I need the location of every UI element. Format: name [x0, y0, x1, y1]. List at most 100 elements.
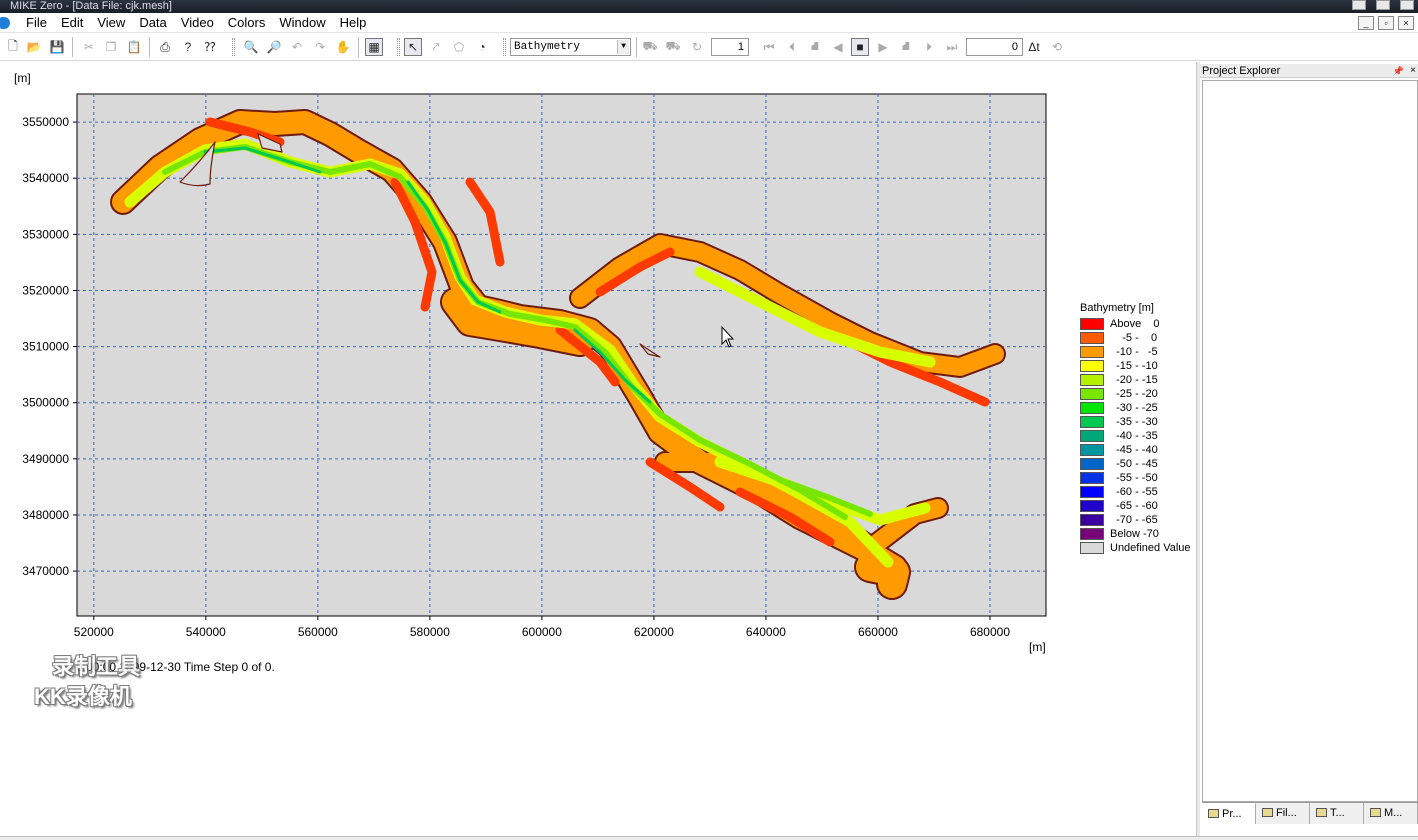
legend-entry: -15 - -10 [1080, 359, 1195, 373]
menu-data[interactable]: Data [133, 13, 174, 33]
bathymetry-chart[interactable]: 520000 540000 560000 580000 600000 620000 6400… [0, 62, 1196, 836]
tab-projects[interactable]: Pr... [1202, 803, 1256, 824]
select-pointer-icon[interactable]: ↖ [404, 38, 422, 56]
legend-swatch [1080, 514, 1104, 526]
x-tick-label: 640000 [746, 625, 786, 639]
zoom-out-icon[interactable]: 🔎 [265, 38, 283, 56]
record-forward-icon[interactable]: ⛘ [897, 38, 915, 56]
menu-help[interactable]: Help [334, 13, 375, 33]
record-back-icon[interactable]: ⛘ [806, 38, 824, 56]
legend-label: -35 - -30 [1110, 416, 1158, 428]
project-explorer-header: Project Explorer 📌 × [1200, 64, 1418, 78]
legend-entry: -30 - -25 [1080, 401, 1195, 415]
play-backward-icon[interactable]: ◀ [829, 38, 847, 56]
app-icon[interactable] [0, 16, 10, 29]
mdi-close-button[interactable]: × [1398, 16, 1414, 30]
last-frame-icon[interactable]: ⏭ [943, 38, 961, 56]
cut-icon[interactable]: ✂ [80, 38, 98, 56]
chevron-down-icon[interactable]: ▼ [617, 40, 629, 54]
open-folder-icon[interactable]: 📂 [25, 38, 43, 56]
x-axis-unit: [m] [1029, 640, 1046, 654]
minimize-button[interactable] [1352, 0, 1366, 10]
context-help-icon[interactable]: ⁇ [201, 38, 219, 56]
help-icon[interactable]: ? [179, 38, 197, 56]
legend-label: -5 - 0 [1110, 332, 1158, 344]
delta-t-icon[interactable]: Δt [1025, 38, 1043, 56]
time-value-input[interactable]: 0 [966, 38, 1023, 56]
play-forward-icon[interactable]: ▶ [874, 38, 892, 56]
close-button[interactable] [1400, 0, 1414, 10]
project-explorer-panel: Project Explorer 📌 × Pr... Fil... T... M… [1200, 62, 1418, 836]
legend-swatch [1080, 458, 1104, 470]
mdi-minimize-button[interactable]: _ [1358, 16, 1374, 30]
paste-icon[interactable]: 📋 [125, 38, 143, 56]
menu-edit[interactable]: Edit [55, 13, 91, 33]
new-file-icon[interactable]: 🗋 [4, 38, 22, 56]
menu-colors[interactable]: Colors [222, 13, 274, 33]
point-info-icon[interactable]: ◔ [473, 38, 491, 56]
print-icon[interactable]: ⎙ [156, 38, 174, 56]
plot-area: 520000 540000 560000 580000 600000 620000 6400… [0, 62, 1196, 836]
previous-frame-icon[interactable]: ⏴ [783, 38, 801, 56]
project-explorer-tabs: Pr... Fil... T... M... [1202, 802, 1418, 824]
status-bar [0, 836, 1418, 840]
y-tick-label: 3550000 [22, 115, 69, 129]
zoom-next-icon[interactable]: ↷ [311, 38, 329, 56]
tab-models[interactable]: M... [1364, 803, 1418, 824]
mesh-grid-icon[interactable]: ▦ [365, 38, 383, 56]
legend-label: Undefined Value [1110, 542, 1191, 554]
profile-icon[interactable]: ⛟ [664, 38, 682, 56]
menu-view[interactable]: View [91, 13, 133, 33]
project-explorer-tree[interactable] [1202, 80, 1418, 802]
y-tick-label: 3540000 [22, 171, 69, 185]
title-bar: MIKE Zero - [Data File: cjk.mesh] [0, 0, 1418, 13]
legend-swatch [1080, 528, 1104, 540]
close-icon[interactable]: × [1410, 64, 1416, 78]
legend-entry: -50 - -45 [1080, 457, 1195, 471]
y-tick-label: 3470000 [22, 564, 69, 578]
x-tick-label: 600000 [522, 625, 562, 639]
zoom-in-icon[interactable]: 🔍 [242, 38, 260, 56]
first-frame-icon[interactable]: ⏮ [760, 38, 778, 56]
legend-swatch [1080, 402, 1104, 414]
legend-swatch [1080, 416, 1104, 428]
legend-label: -45 - -40 [1110, 444, 1158, 456]
stop-icon[interactable]: ■ [851, 38, 869, 56]
legend-entry: -40 - -35 [1080, 429, 1195, 443]
menu-video[interactable]: Video [175, 13, 222, 33]
menu-window[interactable]: Window [273, 13, 333, 33]
refresh-icon[interactable]: ↻ [688, 38, 706, 56]
pan-hand-icon[interactable]: ✋ [334, 38, 352, 56]
legend-entry: -10 - -5 [1080, 345, 1195, 359]
legend-title: Bathymetry [m] [1080, 302, 1154, 314]
next-frame-icon[interactable]: ⏵ [920, 38, 938, 56]
time-step-input[interactable]: 1 [711, 38, 749, 56]
pin-icon[interactable]: 📌 [1393, 64, 1404, 78]
folder-icon [1208, 809, 1219, 818]
select-polygon-icon[interactable]: ⬠ [450, 38, 468, 56]
save-icon[interactable]: 💾 [48, 38, 66, 56]
tab-files[interactable]: Fil... [1256, 803, 1310, 824]
select-polyline-icon[interactable]: ⤤ [427, 38, 445, 56]
tab-templates[interactable]: T... [1310, 803, 1364, 824]
template-icon [1316, 808, 1327, 817]
mdi-restore-button[interactable]: ▫ [1378, 16, 1394, 30]
legend-label: -65 - -60 [1110, 500, 1158, 512]
maximize-button[interactable] [1376, 0, 1390, 10]
zoom-previous-icon[interactable]: ↶ [288, 38, 306, 56]
sync-icon[interactable]: ⟲ [1048, 38, 1066, 56]
app-window: MIKE Zero - [Data File: cjk.mesh] File E… [0, 0, 1418, 840]
menu-file[interactable]: File [20, 13, 55, 33]
menu-bar: File Edit View Data Video Colors Window … [0, 13, 1418, 33]
item-select[interactable]: Bathymetry ▼ [510, 38, 631, 56]
time-series-icon[interactable]: ⛟ [641, 38, 659, 56]
legend-label: -40 - -35 [1110, 430, 1158, 442]
legend-label: -55 - -50 [1110, 472, 1158, 484]
y-tick-label: 3530000 [22, 227, 69, 241]
copy-icon[interactable]: ❐ [102, 38, 120, 56]
legend-entry: -35 - -30 [1080, 415, 1195, 429]
y-tick-label: 3520000 [22, 283, 69, 297]
legend-label: -60 - -55 [1110, 486, 1158, 498]
project-explorer-title: Project Explorer [1202, 65, 1281, 77]
legend-entry: -55 - -50 [1080, 471, 1195, 485]
